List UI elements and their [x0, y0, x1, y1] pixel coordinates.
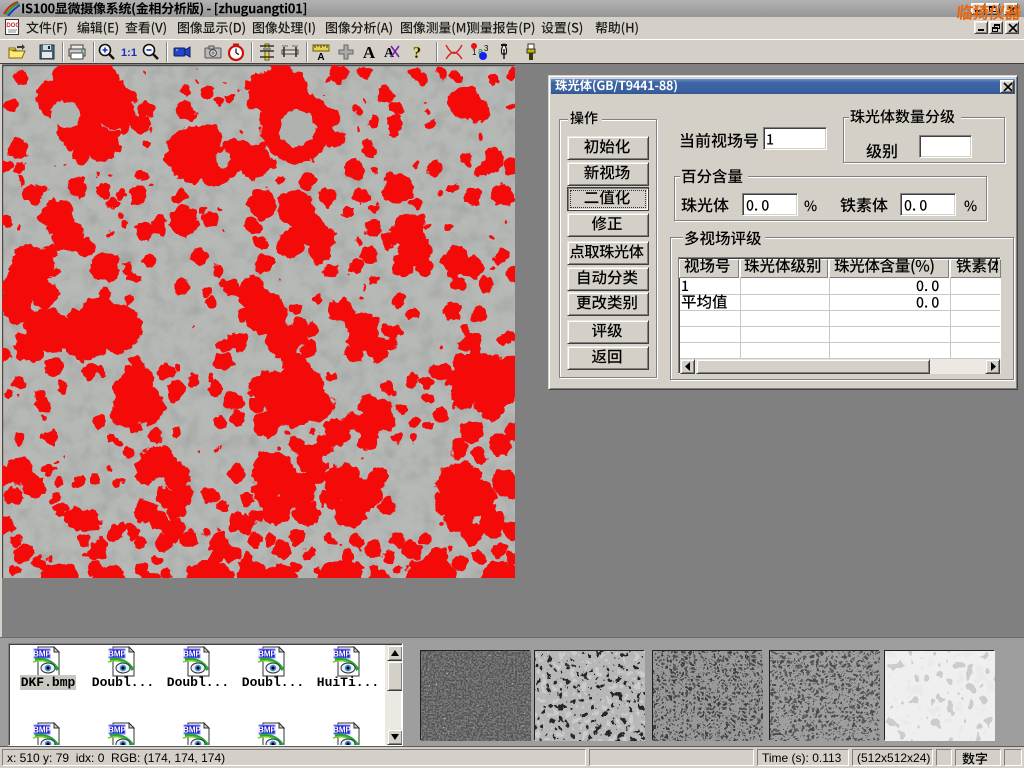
- svg-text:BMP: BMP: [333, 650, 351, 659]
- svg-text:A: A: [317, 52, 324, 62]
- svg-text:BMP: BMP: [33, 650, 51, 659]
- svg-text:BMP: BMP: [258, 726, 276, 735]
- svg-text:BMP: BMP: [258, 650, 276, 659]
- svg-text:BMP: BMP: [183, 726, 201, 735]
- svg-text:1: 1: [472, 48, 477, 57]
- svg-text:DOC: DOC: [6, 23, 20, 29]
- svg-text:BMP: BMP: [333, 726, 351, 735]
- svg-text:A: A: [363, 43, 376, 62]
- svg-text:3: 3: [484, 44, 489, 53]
- svg-text:1:1: 1:1: [121, 47, 137, 59]
- svg-text:?: ?: [413, 43, 422, 62]
- svg-text:BMP: BMP: [108, 650, 126, 659]
- svg-text:BMP: BMP: [183, 650, 201, 659]
- svg-text:BMP: BMP: [108, 726, 126, 735]
- svg-text:BMP: BMP: [33, 726, 51, 735]
